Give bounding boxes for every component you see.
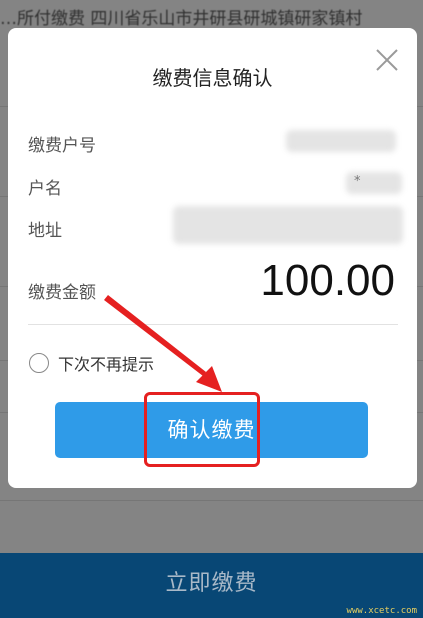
account-name-partial: * bbox=[354, 174, 361, 189]
dont-remind-label[interactable]: 下次不再提示 bbox=[58, 351, 154, 375]
watermark: www.xcetc.com bbox=[346, 606, 417, 616]
account-name-label: 户名 bbox=[28, 179, 62, 199]
account-number-value-redacted bbox=[286, 130, 396, 152]
confirm-payment-button[interactable]: 确认缴费 bbox=[55, 402, 368, 458]
amount-value: 100.00 bbox=[260, 256, 395, 305]
amount-label: 缴费金额 bbox=[28, 283, 96, 303]
payment-confirm-dialog: 缴费信息确认 缴费户号 户名 * 地址 缴费金额 100.00 下次不再提示 确… bbox=[8, 28, 417, 488]
account-number-label: 缴费户号 bbox=[28, 136, 96, 156]
close-icon[interactable] bbox=[374, 47, 400, 73]
address-label: 地址 bbox=[28, 221, 62, 241]
address-value-redacted bbox=[173, 206, 403, 244]
dont-remind-checkbox[interactable] bbox=[29, 353, 49, 373]
screen: …所付缴费 四川省乐山市井研县研城镇研家镇村 立即缴费 www.xcetc.co… bbox=[0, 0, 423, 618]
dialog-title: 缴费信息确认 bbox=[152, 66, 273, 90]
dialog-divider bbox=[28, 324, 398, 325]
